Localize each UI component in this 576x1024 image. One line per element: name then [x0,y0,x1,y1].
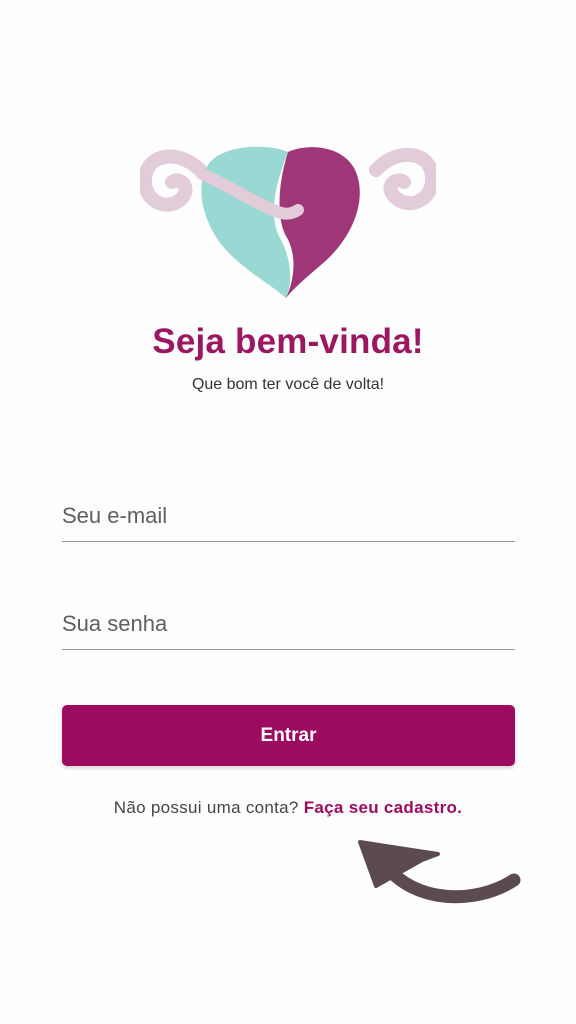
page-subtitle: Que bom ter você de volta! [191,376,385,393]
password-field-container [62,593,515,650]
email-field[interactable] [62,503,515,529]
page-title: Seja bem-vinda! [152,322,424,361]
signup-row: Não possui uma conta? Faça seu cadastro. [0,798,576,818]
password-field[interactable] [62,611,515,637]
login-screen: Seja bem-vinda! Que bom ter você de volt… [0,0,576,1024]
signup-prompt: Não possui uma conta? [113,798,299,817]
curved-arrow-icon [358,840,521,904]
uterus-heart-logo [140,146,436,298]
signup-link[interactable]: Faça seu cadastro. [304,798,462,817]
email-field-container [62,485,515,542]
login-button[interactable]: Entrar [62,705,515,766]
